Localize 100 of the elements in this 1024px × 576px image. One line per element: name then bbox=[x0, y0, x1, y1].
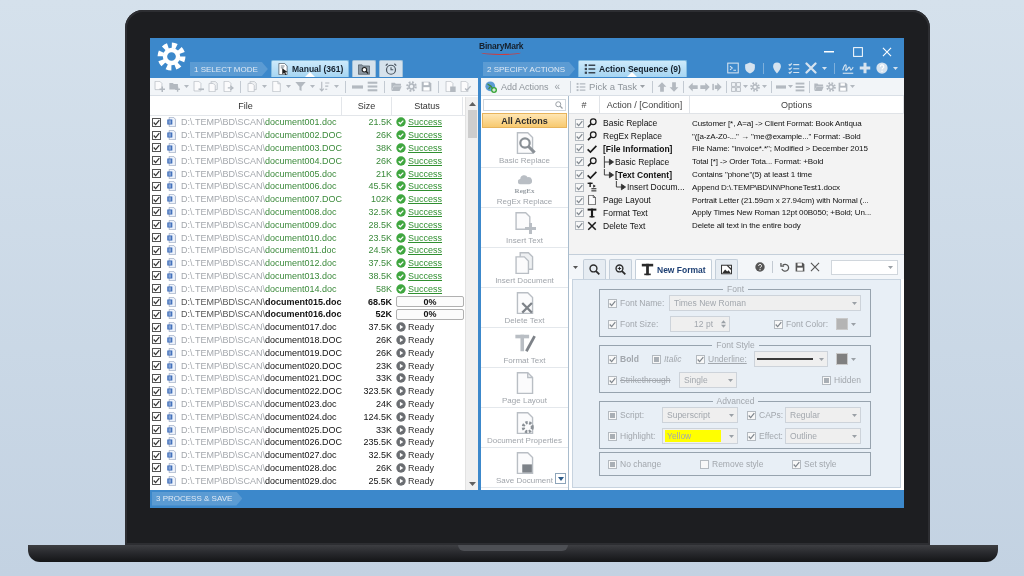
scroll-down-icon[interactable] bbox=[468, 482, 476, 486]
scrollbar-thumb[interactable] bbox=[467, 110, 477, 138]
checkbox[interactable] bbox=[152, 335, 161, 345]
column-header[interactable]: Options bbox=[690, 96, 904, 113]
save-icon[interactable] bbox=[794, 262, 805, 272]
action-name[interactable]: Delete Text bbox=[603, 220, 646, 231]
spin-arrows-icon[interactable] bbox=[721, 320, 726, 328]
checkbox[interactable] bbox=[152, 399, 161, 409]
caret-icon[interactable] bbox=[573, 265, 578, 269]
action-name[interactable]: Page Layout bbox=[603, 195, 651, 206]
maximize-icon[interactable] bbox=[853, 47, 863, 57]
signature-icon[interactable] bbox=[842, 62, 854, 74]
action-name[interactable]: [File Information] bbox=[603, 144, 673, 154]
status-link[interactable]: Success bbox=[408, 168, 442, 179]
folder-open-icon[interactable] bbox=[391, 81, 402, 92]
checkbox[interactable] bbox=[152, 297, 161, 307]
tab[interactable] bbox=[352, 60, 377, 77]
checkbox[interactable] bbox=[152, 130, 161, 140]
column-header[interactable]: Action / [Condition] bbox=[600, 96, 690, 113]
action-name[interactable]: RegEx Replace bbox=[603, 131, 663, 142]
folder-open-icon[interactable] bbox=[813, 81, 824, 92]
status-link[interactable]: Success bbox=[408, 194, 442, 205]
checkbox[interactable] bbox=[575, 221, 584, 231]
checkbox[interactable] bbox=[152, 117, 161, 127]
checkbox[interactable] bbox=[152, 322, 161, 332]
checkbox[interactable] bbox=[575, 170, 584, 180]
scroll-up-icon[interactable] bbox=[468, 102, 476, 106]
checkbox[interactable] bbox=[575, 118, 584, 128]
checkbox[interactable] bbox=[575, 157, 584, 167]
checkbox[interactable] bbox=[575, 182, 584, 192]
minimize-icon[interactable] bbox=[824, 51, 834, 53]
checkbox[interactable] bbox=[575, 131, 584, 141]
checkbox[interactable] bbox=[152, 412, 161, 422]
action-name[interactable]: [Text Content] bbox=[615, 169, 672, 180]
page-check-icon[interactable] bbox=[460, 81, 471, 92]
status-link[interactable]: Success bbox=[408, 143, 442, 153]
checkbox[interactable] bbox=[152, 143, 161, 153]
status-link[interactable]: Success bbox=[408, 155, 442, 166]
arrow-right-icon[interactable] bbox=[699, 81, 710, 92]
pages-icon[interactable] bbox=[247, 81, 258, 92]
checkbox[interactable] bbox=[152, 425, 161, 434]
checkbox[interactable] bbox=[152, 476, 161, 486]
checkbox[interactable] bbox=[152, 463, 161, 473]
dropdown[interactable] bbox=[830, 259, 898, 275]
checkbox[interactable] bbox=[152, 220, 161, 230]
undo-icon[interactable] bbox=[779, 262, 790, 272]
tab[interactable]: Action Sequence (9) bbox=[578, 60, 687, 77]
lines-icon[interactable] bbox=[794, 81, 805, 92]
plus-icon[interactable] bbox=[859, 62, 871, 74]
checkbox[interactable] bbox=[152, 181, 161, 191]
status-link[interactable]: Success bbox=[408, 258, 442, 269]
page-minus-icon[interactable] bbox=[193, 81, 204, 92]
checkbox[interactable] bbox=[152, 348, 161, 358]
arrow-right-bar-icon[interactable] bbox=[711, 81, 722, 92]
gear-icon[interactable] bbox=[406, 81, 417, 92]
column-header[interactable]: Status bbox=[392, 97, 463, 115]
checkbox[interactable] bbox=[152, 309, 161, 319]
checkbox[interactable] bbox=[152, 284, 161, 294]
checkbox[interactable] bbox=[575, 208, 584, 218]
lines-icon[interactable] bbox=[367, 81, 378, 92]
tab[interactable]: Manual (361) bbox=[270, 60, 350, 77]
page-arrow-icon[interactable] bbox=[223, 81, 234, 92]
checkbox[interactable] bbox=[152, 194, 161, 204]
checkbox[interactable] bbox=[152, 373, 161, 383]
terminal-icon[interactable] bbox=[727, 62, 739, 74]
checkbox[interactable] bbox=[152, 450, 161, 460]
status-link[interactable]: Success bbox=[408, 206, 442, 217]
pin-icon[interactable] bbox=[771, 62, 783, 74]
checkbox[interactable] bbox=[575, 144, 584, 154]
action-name[interactable]: Basic Replace bbox=[615, 156, 670, 167]
pick-task-button[interactable]: Pick a Task bbox=[576, 81, 645, 92]
status-link[interactable]: Success bbox=[408, 270, 442, 281]
settings-icon[interactable] bbox=[157, 42, 186, 71]
funnel-icon[interactable] bbox=[295, 81, 306, 92]
caret-icon[interactable] bbox=[893, 66, 898, 70]
checkbox[interactable] bbox=[152, 386, 161, 396]
status-link[interactable]: Success bbox=[408, 181, 442, 192]
checkbox[interactable] bbox=[152, 169, 161, 179]
close-icon[interactable] bbox=[809, 262, 820, 272]
help-icon[interactable] bbox=[876, 62, 888, 74]
help-icon[interactable] bbox=[754, 262, 765, 272]
caret-icon[interactable] bbox=[822, 66, 827, 70]
arrow-left-icon[interactable] bbox=[687, 81, 698, 92]
page-icon[interactable] bbox=[271, 81, 282, 92]
pages-icon[interactable] bbox=[208, 81, 219, 92]
gear-icon[interactable] bbox=[749, 81, 760, 92]
action-name[interactable]: Insert Docum... bbox=[627, 182, 685, 193]
column-header[interactable]: File bbox=[150, 97, 342, 115]
minus-icon[interactable] bbox=[352, 84, 363, 89]
folder-plus-icon[interactable] bbox=[169, 81, 180, 92]
checkbox[interactable] bbox=[152, 233, 161, 243]
page-plus-icon[interactable] bbox=[154, 81, 165, 92]
arrow-down-icon[interactable] bbox=[668, 81, 679, 92]
checkbox[interactable] bbox=[575, 195, 584, 205]
status-link[interactable]: Success bbox=[408, 245, 442, 256]
status-link[interactable]: Success bbox=[408, 117, 442, 128]
status-link[interactable]: Success bbox=[408, 130, 442, 141]
scrollbar[interactable] bbox=[465, 97, 478, 490]
column-header[interactable]: Size bbox=[342, 97, 392, 115]
status-link[interactable]: Success bbox=[408, 232, 442, 243]
